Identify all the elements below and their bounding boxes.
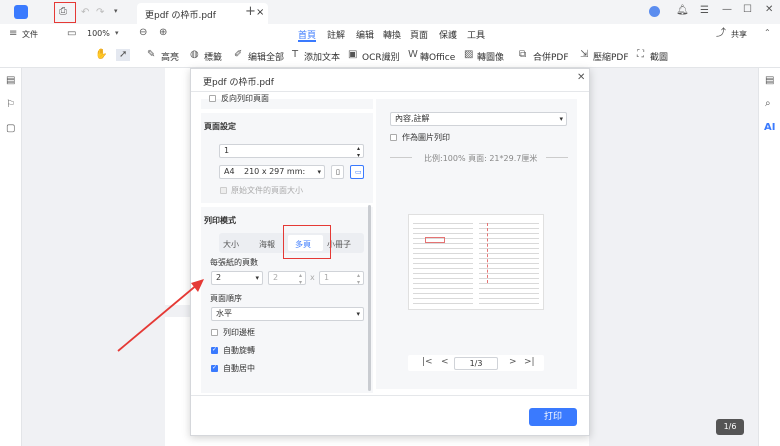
annotation-arrow [117,279,204,352]
page-counter-value: 1/6 [723,422,737,431]
page-counter: 1/6 [716,419,744,435]
